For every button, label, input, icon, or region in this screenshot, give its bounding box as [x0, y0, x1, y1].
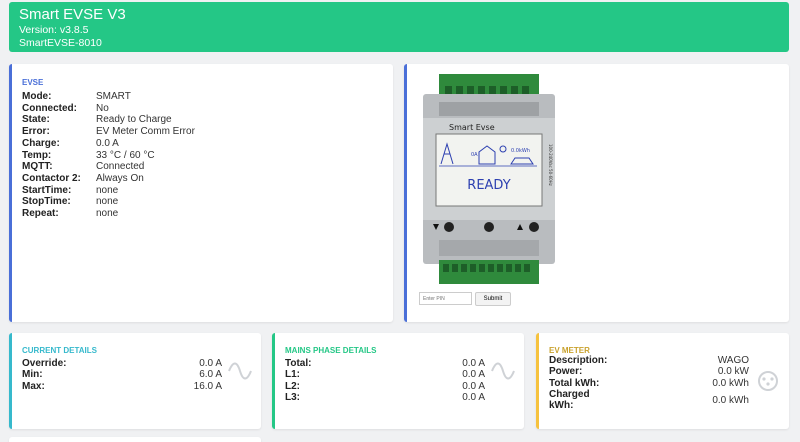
row-label: MQTT: — [22, 161, 53, 173]
device-middle-button — [484, 222, 494, 232]
row-label: Total: — [285, 358, 312, 369]
row-value: 0.0 A — [462, 358, 485, 369]
row-value: Connected — [96, 161, 145, 173]
evse-row-error: Error: EV Meter Comm Error — [22, 126, 383, 138]
row-value: none — [96, 184, 119, 196]
row-label: Override: — [22, 358, 67, 369]
current-row-max: Max: 16.0 A — [22, 381, 222, 392]
app-version: Version: v3.8.5 — [19, 24, 89, 36]
row-label: Error: — [22, 126, 50, 138]
row-value: Always On — [96, 172, 144, 184]
row-value: 0.0 A — [462, 369, 485, 381]
row-value: Ready to Charge — [96, 114, 172, 126]
mains-phase-details: Mains Phase Details Total: 0.0 A L1: 0.0 A… — [285, 346, 485, 403]
screen-amp-label: 0A — [471, 152, 478, 158]
row-label: State: — [22, 114, 50, 126]
row-value: 0.0 A — [96, 137, 119, 149]
evse-card-title: EVSE — [22, 78, 44, 87]
evse-card: EVSE Mode: SMART Connected: No State: Ready… — [9, 64, 393, 322]
row-label: Repeat: — [22, 208, 59, 220]
device-serial: SmartEVSE-8010 — [19, 37, 102, 49]
evse-row-charge: Charge: 0.0 A — [22, 138, 383, 150]
ev-row-description: Description: WAGO — [549, 355, 749, 366]
row-value: none — [96, 208, 119, 220]
row-value: 0.0 kWh — [712, 394, 749, 406]
device-right-button — [529, 222, 539, 232]
current-details-card: Current Details Override: 0.0 A Min: 6.0 A… — [9, 333, 261, 429]
mains-row-total: Total: 0.0 A — [285, 358, 485, 369]
evse-row-temp: Temp: 33 °C / 60 °C — [22, 150, 383, 162]
row-label: Charge: — [22, 137, 60, 149]
row-label: Power: — [549, 366, 583, 378]
device-card: Smart Evse 0A 0.0kWh READY 100-240Vac 50… — [404, 64, 789, 322]
row-label: Max: — [22, 380, 45, 392]
sine-wave-icon — [491, 362, 515, 380]
row-value: none — [96, 196, 119, 208]
row-value: 6.0 A — [199, 369, 222, 381]
mains-phase-title: Mains Phase Details — [285, 346, 377, 355]
row-label: Mode: — [22, 91, 52, 102]
ev-plug-icon — [758, 371, 778, 391]
device-side-label: 100-240Vac 50-60Hz — [548, 144, 553, 186]
evse-row-repeat: Repeat: none — [22, 208, 383, 220]
row-value: WAGO — [717, 355, 749, 366]
row-value: 0.0 kWh — [712, 377, 749, 389]
ev-row-power: Power: 0.0 kW — [549, 366, 749, 377]
row-label: L3: — [285, 391, 300, 403]
row-label: L2: — [285, 380, 300, 392]
mains-phase-details-card: Mains Phase Details Total: 0.0 A L1: 0.0 A… — [272, 333, 524, 429]
current-row-min: Min: 6.0 A — [22, 369, 222, 380]
device-lcd-screen — [435, 133, 543, 207]
evse-details: Mode: SMART Connected: No State: Ready to C… — [22, 91, 383, 220]
current-row-override: Override: 0.0 A — [22, 358, 222, 369]
current-details-title: Current Details — [22, 346, 97, 355]
app-title: Smart EVSE V3 — [19, 6, 126, 23]
ev-row-total-kwh: Total kWh: 0.0 kWh — [549, 378, 749, 389]
ev-meter-card: EV Meter Description: WAGO Power: 0.0 kW T… — [536, 333, 789, 429]
row-label: Description: — [549, 355, 608, 366]
device-brand-label: Smart Evse — [449, 123, 495, 132]
row-value: 0.0 A — [462, 391, 485, 403]
row-label: Min: — [22, 369, 43, 381]
pin-input[interactable] — [419, 292, 472, 305]
smartevse-device-image: Smart Evse 0A 0.0kWh READY 100-240Vac 50… — [423, 74, 555, 284]
row-label: Charged kWh: — [549, 388, 590, 412]
ev-row-charged-kwh: Charged kWh: 0.0 kWh — [549, 389, 749, 412]
screen-status: READY — [467, 178, 510, 193]
row-value: 16.0 A — [193, 380, 222, 392]
row-value: 33 °C / 60 °C — [96, 149, 155, 161]
row-value: 0.0 A — [199, 358, 222, 369]
row-value: SMART — [96, 91, 131, 102]
row-label: Temp: — [22, 149, 52, 161]
evse-row-contactor2: Contactor 2: Always On — [22, 173, 383, 185]
evse-row-connected: Connected: No — [22, 103, 383, 115]
row-value: 0.0 kW — [717, 366, 749, 378]
evse-row-state: State: Ready to Charge — [22, 114, 383, 126]
ev-meter-details: EV Meter Description: WAGO Power: 0.0 kW T… — [549, 346, 749, 411]
evse-row-mqtt: MQTT: Connected — [22, 161, 383, 173]
evse-row-starttime: StartTime: none — [22, 185, 383, 197]
row-value: No — [96, 102, 109, 114]
mains-row-l3: L3: 0.0 A — [285, 392, 485, 403]
row-label: Total kWh: — [549, 377, 600, 389]
row-label: StartTime: — [22, 184, 72, 196]
evse-row-stoptime: StopTime: none — [22, 196, 383, 208]
next-card-partial — [9, 437, 261, 442]
mains-row-l2: L2: 0.0 A — [285, 381, 485, 392]
mains-row-l1: L1: 0.0 A — [285, 369, 485, 380]
row-label: Connected: — [22, 102, 77, 114]
row-label: Contactor 2: — [22, 172, 81, 184]
app-header: Smart EVSE V3 Version: v3.8.5 SmartEVSE-… — [9, 2, 789, 52]
device-left-button — [444, 222, 454, 232]
pin-submit-button[interactable]: Submit — [475, 292, 511, 306]
ev-meter-title: EV Meter — [549, 346, 590, 355]
row-label: StopTime: — [22, 196, 71, 208]
current-details: Current Details Override: 0.0 A Min: 6.0 A… — [22, 346, 222, 392]
screen-energy-label: 0.0kWh — [511, 148, 530, 154]
evse-row-mode: Mode: SMART — [22, 91, 383, 103]
row-value: 0.0 A — [462, 380, 485, 392]
sine-wave-icon — [228, 362, 252, 380]
row-value: EV Meter Comm Error — [96, 126, 195, 138]
row-label: L1: — [285, 369, 300, 381]
